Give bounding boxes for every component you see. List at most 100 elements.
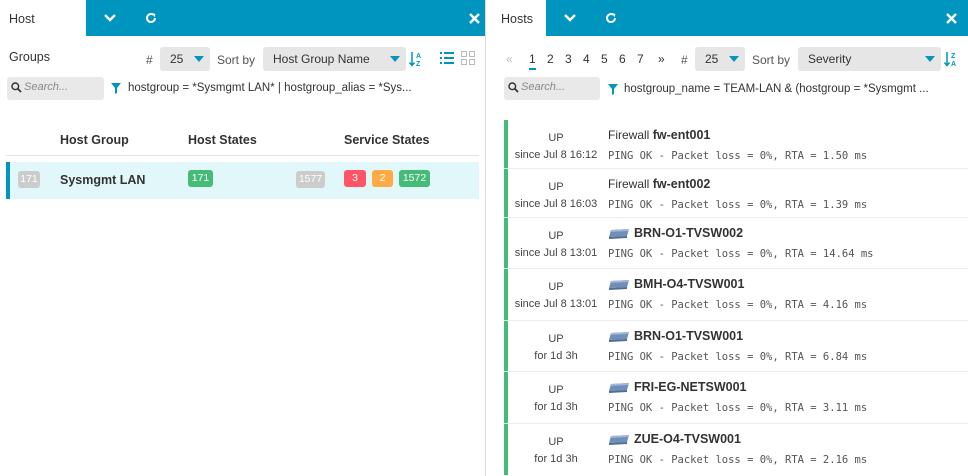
host-state: UP for 1d 3h xyxy=(508,331,604,365)
host-name[interactable]: Firewall fw-ent001 xyxy=(608,128,710,142)
host-state: UP since Jul 8 13:01 xyxy=(508,228,604,262)
host-name[interactable]: BRN-O1-TVSW001 xyxy=(608,329,743,343)
switch-icon xyxy=(609,229,629,239)
host-name[interactable]: Firewall fw-ent002 xyxy=(608,177,710,191)
limit-select[interactable]: 25 xyxy=(160,47,210,71)
host-row[interactable]: UP since Jul 8 13:01 BMH-O4-TVSW001 PING … xyxy=(504,269,968,320)
host-row[interactable]: UP since Jul 8 16:03 Firewall fw-ent002 P… xyxy=(504,169,968,220)
sort-descending-icon[interactable]: Z A xyxy=(943,50,958,71)
column-header-service-states[interactable]: Service States xyxy=(344,133,429,147)
sort-ascending-icon[interactable]: A Z xyxy=(408,50,423,71)
services-warning-badge[interactable]: 2 xyxy=(372,170,393,187)
state-label: UP xyxy=(548,230,564,242)
state-since: for 1d 3h xyxy=(534,401,578,413)
host-row[interactable]: UP since Jul 8 16:12 Firewall fw-ent001 P… xyxy=(504,120,968,171)
host-name-text: BRN-O1-TVSW001 xyxy=(634,329,744,343)
pagination-page-6[interactable]: 6 xyxy=(619,52,626,66)
svg-text:A: A xyxy=(951,61,956,68)
state-label: UP xyxy=(548,132,564,144)
pagination-next[interactable]: » xyxy=(658,52,665,66)
table-row[interactable]: 171 Sysmgmt LAN 171 1577 3 2 1572 xyxy=(6,162,479,199)
chevron-down-icon[interactable] xyxy=(552,0,588,36)
host-row[interactable]: UP since Jul 8 13:01 BRN-O1-TVSW002 PING … xyxy=(504,218,968,269)
state-label: UP xyxy=(548,384,564,396)
search-input[interactable]: Search... xyxy=(504,77,600,100)
search-icon xyxy=(508,82,519,96)
host-name[interactable]: BRN-O1-TVSW002 xyxy=(608,226,743,240)
filter-expression[interactable]: hostgroup_name = TEAM-LAN & (hostgroup =… xyxy=(624,83,929,95)
close-icon[interactable] xyxy=(466,10,482,26)
host-name[interactable]: FRI-EG-NETSW001 xyxy=(608,380,747,394)
services-ok-badge[interactable]: 1572 xyxy=(399,170,430,187)
host-name-text: fw-ent002 xyxy=(652,177,711,191)
switch-icon xyxy=(609,332,629,342)
chevron-down-icon[interactable] xyxy=(92,0,128,36)
host-state: UP since Jul 8 16:12 xyxy=(508,130,604,164)
state-since: for 1d 3h xyxy=(534,453,578,465)
services-total-badge: 1577 xyxy=(296,171,325,188)
plugin-output: PING OK - Packet loss = 0%, RTA = 6.84 m… xyxy=(608,351,868,363)
tab-host-groups[interactable]: Host Groups xyxy=(0,0,86,64)
host-state: UP since Jul 8 16:03 xyxy=(508,179,604,213)
caret-down-icon xyxy=(194,56,204,62)
host-name[interactable]: ZUE-O4-TVSW001 xyxy=(608,432,741,446)
state-label: UP xyxy=(548,281,564,293)
close-icon[interactable] xyxy=(943,10,959,26)
svg-text:Z: Z xyxy=(951,53,956,60)
caret-down-icon xyxy=(390,56,400,62)
limit-label: # xyxy=(146,53,153,67)
pagination-prev[interactable]: « xyxy=(506,52,513,66)
services-critical-badge[interactable]: 3 xyxy=(344,170,366,187)
pagination-page-1[interactable]: 1 xyxy=(529,52,536,70)
caret-down-icon xyxy=(925,56,935,62)
state-since: since Jul 8 16:03 xyxy=(514,198,598,210)
tab-hosts[interactable]: Hosts xyxy=(492,0,546,36)
host-row[interactable]: UP for 1d 3h FRI-EG-NETSW001 PING OK - Pa… xyxy=(504,372,968,423)
host-name-text: fw-ent001 xyxy=(652,128,711,142)
host-state: UP since Jul 8 13:01 xyxy=(508,279,604,313)
state-label: UP xyxy=(548,436,564,448)
host-name-text: BRN-O1-TVSW002 xyxy=(634,226,744,240)
host-name[interactable]: BMH-O4-TVSW001 xyxy=(608,277,744,291)
svg-text:Z: Z xyxy=(416,61,421,68)
column-header-host-group[interactable]: Host Group xyxy=(60,133,129,147)
host-name-text: BMH-O4-TVSW001 xyxy=(634,277,745,291)
sort-by-label: Sort by xyxy=(752,53,791,67)
filter-icon[interactable] xyxy=(111,83,121,97)
pagination-page-4[interactable]: 4 xyxy=(583,52,590,66)
hosts-up-badge[interactable]: 171 xyxy=(188,170,213,187)
host-group-name[interactable]: Sysmgmt LAN xyxy=(60,173,145,187)
filter-expression[interactable]: hostgroup = *Sysmgmt LAN* | hostgroup_al… xyxy=(128,82,412,94)
sort-by-label: Sort by xyxy=(217,53,256,67)
limit-select[interactable]: 25 xyxy=(695,47,745,71)
pagination-page-2[interactable]: 2 xyxy=(547,52,554,66)
grid-view-icon[interactable] xyxy=(461,51,475,68)
pagination-page-3[interactable]: 3 xyxy=(565,52,572,66)
host-name-text: ZUE-O4-TVSW001 xyxy=(634,432,741,446)
plugin-output: PING OK - Packet loss = 0%, RTA = 3.11 m… xyxy=(608,402,868,414)
sort-select[interactable]: Host Group Name xyxy=(263,47,406,71)
list-view-icon[interactable] xyxy=(440,52,454,67)
switch-icon xyxy=(609,280,629,290)
pagination-page-7[interactable]: 7 xyxy=(637,52,644,66)
refresh-icon[interactable] xyxy=(133,0,169,36)
sort-select[interactable]: Severity xyxy=(798,47,941,71)
search-input[interactable]: Search... xyxy=(7,77,104,100)
state-since: since Jul 8 16:12 xyxy=(514,149,598,161)
search-placeholder: Search... xyxy=(24,81,69,93)
host-row[interactable]: UP for 1d 3h BRN-O1-TVSW001 PING OK - Pac… xyxy=(504,321,968,372)
total-hosts-badge: 171 xyxy=(18,171,40,188)
host-row[interactable]: UP for 1d 3h ZUE-O4-TVSW001 PING OK - Pac… xyxy=(504,424,968,475)
limit-label: # xyxy=(681,53,688,67)
host-groups-tabbar: Host Groups xyxy=(0,0,485,64)
state-since: since Jul 8 13:01 xyxy=(514,298,598,310)
refresh-icon[interactable] xyxy=(593,0,629,36)
sort-value: Severity xyxy=(808,52,852,66)
state-since: for 1d 3h xyxy=(534,350,578,362)
pagination-page-5[interactable]: 5 xyxy=(601,52,608,66)
column-header-host-states[interactable]: Host States xyxy=(188,133,257,147)
header-divider xyxy=(6,155,479,156)
filter-icon[interactable] xyxy=(608,84,618,98)
panel-divider[interactable] xyxy=(485,0,492,476)
switch-icon xyxy=(609,435,629,445)
